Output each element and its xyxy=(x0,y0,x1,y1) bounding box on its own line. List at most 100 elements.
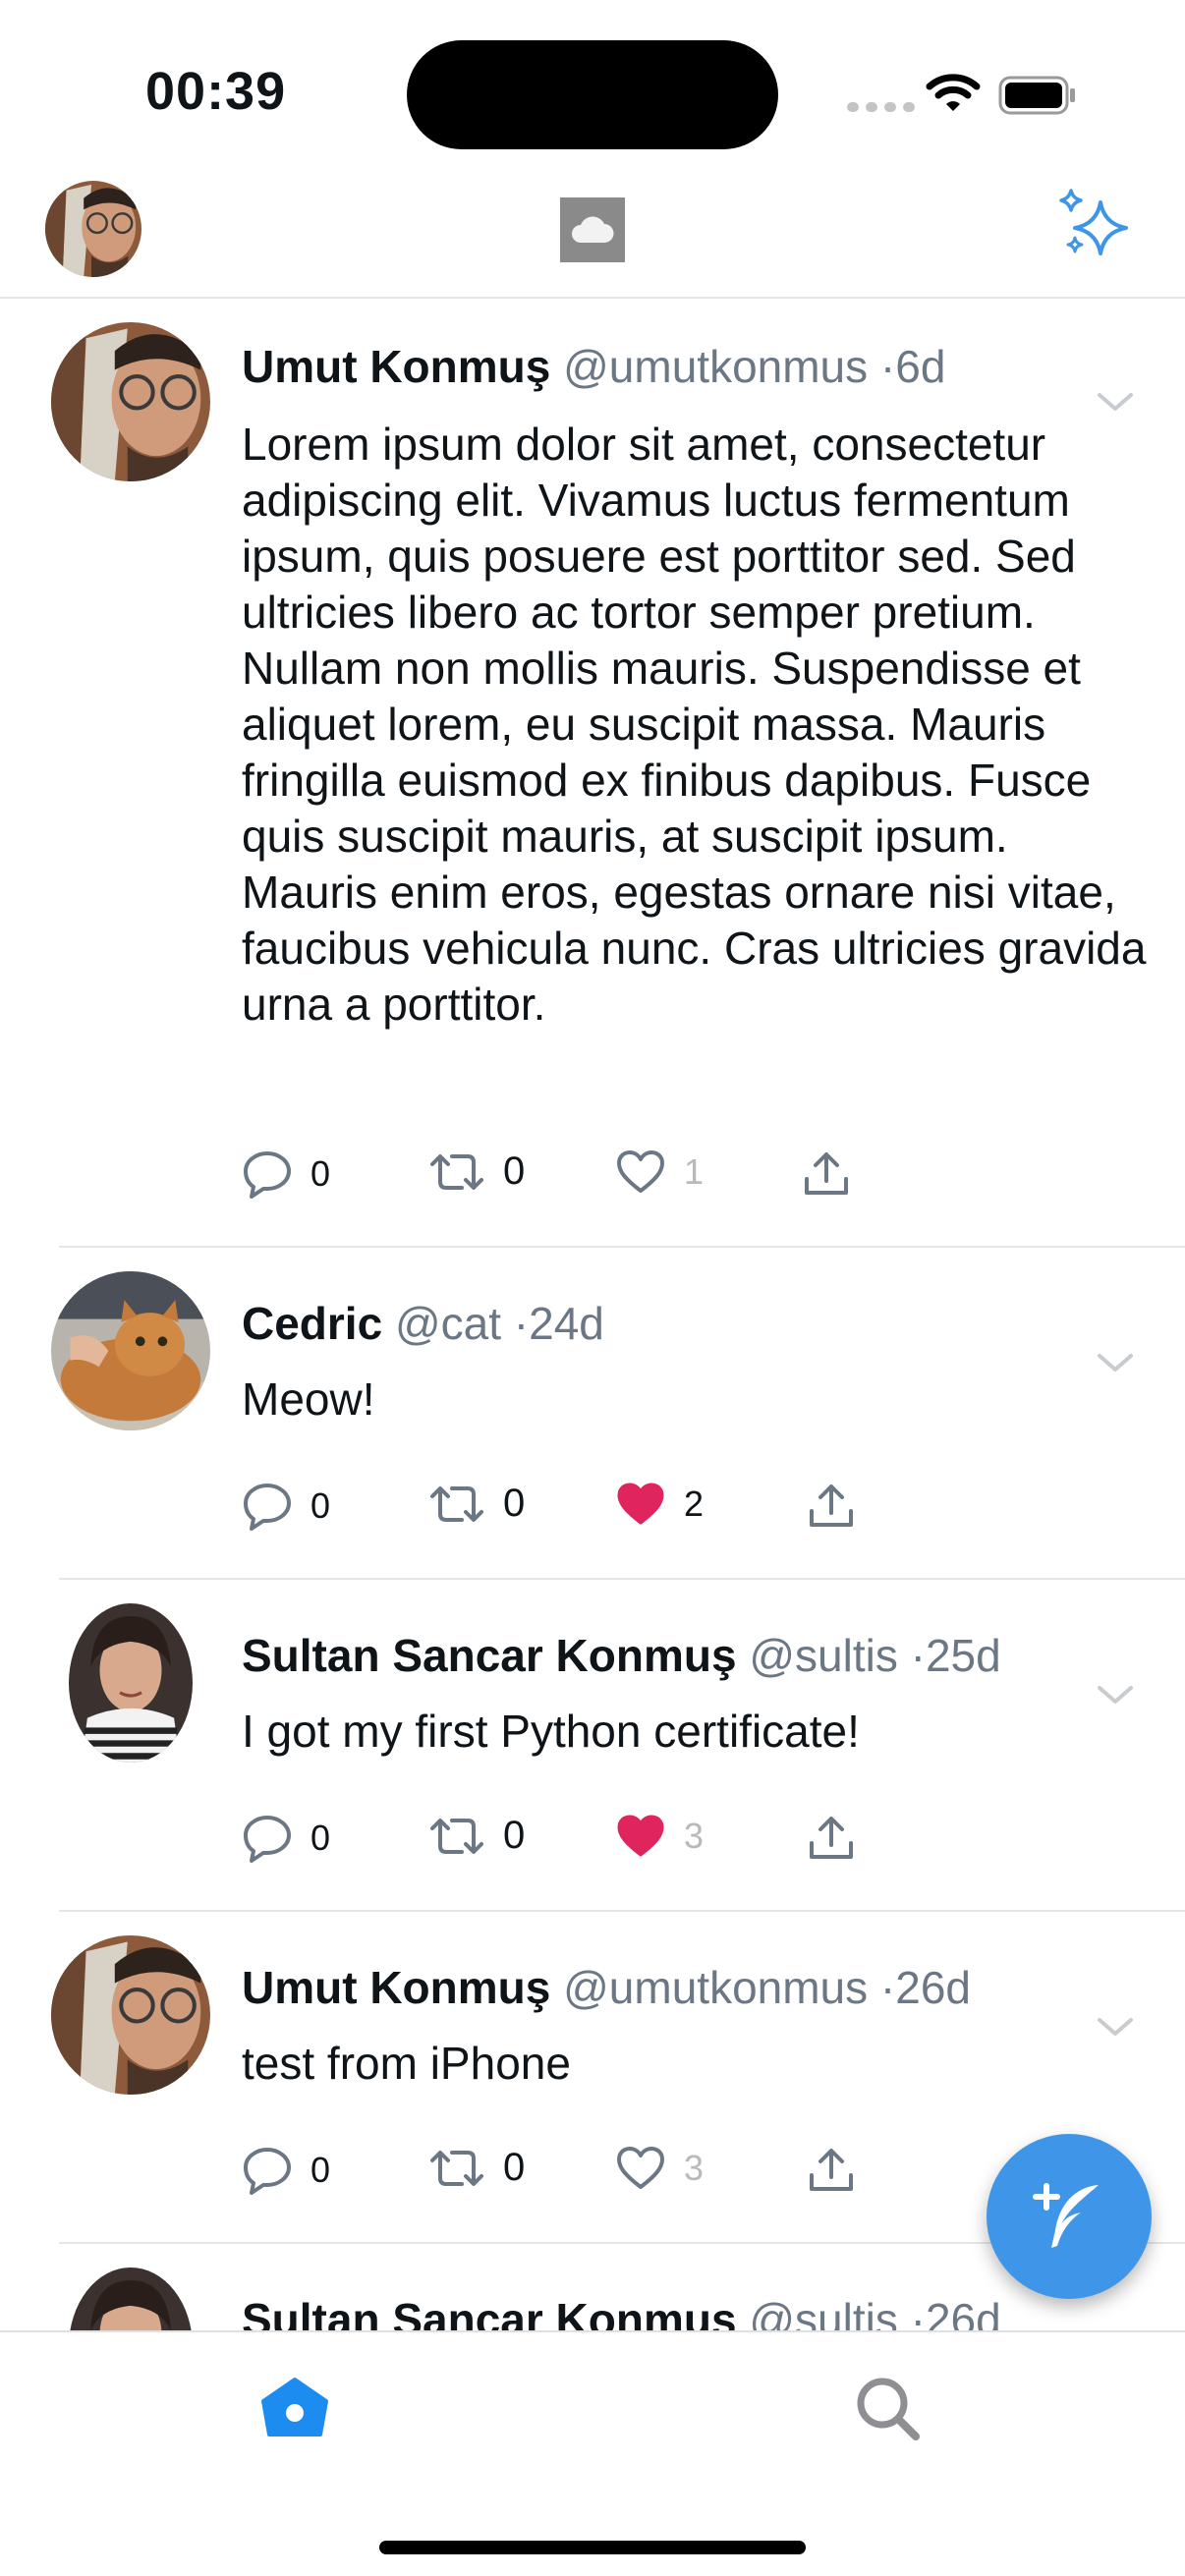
reply-icon xyxy=(244,2148,291,2195)
tweet[interactable]: Cedric @cat ·24d Meow! 0 0 2 xyxy=(51,1248,1185,1580)
cloud-icon xyxy=(572,216,614,243)
author-handle[interactable]: @cat xyxy=(395,1298,501,1349)
retweet-button[interactable]: 0 xyxy=(428,1814,525,1858)
tweet-actions: 0 0 2 xyxy=(242,1482,930,1540)
status-bar: 00:39 xyxy=(0,0,1185,167)
tweet-time: ·25d xyxy=(910,1630,1001,1681)
like-count: 2 xyxy=(684,1484,705,1524)
author-name[interactable]: Umut Konmuş xyxy=(242,341,550,392)
tweet-header: Umut Konmuş @umutkonmus ·6d xyxy=(242,340,945,393)
share-icon xyxy=(810,1484,853,1527)
reply-button[interactable]: 0 xyxy=(242,1482,330,1531)
status-time: 00:39 xyxy=(145,62,287,121)
tweet-actions: 0 0 1 xyxy=(242,1149,930,1208)
top-nav xyxy=(0,167,1185,299)
like-count: 1 xyxy=(684,1151,705,1192)
share-icon xyxy=(810,1817,853,1859)
tweet-text: Lorem ipsum dolor sit amet, consectetur … xyxy=(242,419,1147,1030)
compose-tweet-button[interactable] xyxy=(987,2134,1152,2299)
avatar[interactable] xyxy=(51,1935,210,2095)
reply-count: 0 xyxy=(310,2150,331,2190)
author-handle[interactable]: @sultis xyxy=(749,1630,898,1681)
retweet-button[interactable]: 0 xyxy=(428,2146,525,2190)
author-handle[interactable]: @umutkonmus xyxy=(563,341,868,392)
tweet-text: Meow! xyxy=(242,1373,375,1425)
retweet-count: 0 xyxy=(503,1482,526,1525)
author-handle[interactable]: @umutkonmus xyxy=(563,1962,868,2013)
retweet-button[interactable]: 0 xyxy=(428,1149,525,1194)
profile-avatar[interactable] xyxy=(45,181,141,277)
chevron-down-icon[interactable] xyxy=(1097,2016,1134,2038)
tweet-header: Sultan Sancar Konmuş @sultis ·25d xyxy=(242,1629,1001,1682)
reply-count: 0 xyxy=(310,1153,331,1194)
timeline-feed[interactable]: Umut Konmuş @umutkonmus ·6d Lorem ipsum … xyxy=(0,299,1185,2330)
reply-button[interactable]: 0 xyxy=(242,2146,330,2195)
wifi-icon xyxy=(926,74,981,111)
reply-icon xyxy=(244,1151,291,1199)
reply-button[interactable]: 0 xyxy=(242,1149,330,1199)
cellular-signal-icon xyxy=(847,102,915,112)
heart-outline-icon xyxy=(617,2147,664,2189)
retweet-icon xyxy=(430,1818,483,1854)
like-button[interactable]: 3 xyxy=(615,1814,704,1859)
retweet-count: 0 xyxy=(503,1149,526,1193)
retweet-icon xyxy=(430,2150,483,2186)
avatar[interactable] xyxy=(69,1603,193,1763)
tweet-header: Cedric @cat ·24d xyxy=(242,1297,604,1350)
tab-bar xyxy=(0,2330,1185,2576)
author-name[interactable]: Umut Konmuş xyxy=(242,1962,550,2013)
like-button[interactable]: 3 xyxy=(615,2146,704,2191)
retweet-button[interactable]: 0 xyxy=(428,1482,525,1526)
heart-filled-icon xyxy=(617,1815,664,1857)
retweet-count: 0 xyxy=(503,1814,526,1857)
share-button[interactable] xyxy=(807,1482,856,1531)
tweet-time: ·26d xyxy=(879,1962,971,2013)
heart-filled-icon xyxy=(617,1483,664,1525)
avatar[interactable] xyxy=(51,1271,210,1430)
author-handle[interactable]: @sultis xyxy=(749,2294,898,2330)
author-name[interactable]: Sultan Sancar Konmuş xyxy=(242,1630,737,1681)
like-count: 3 xyxy=(684,1816,705,1856)
tweet-time: ·26d xyxy=(910,2294,1001,2330)
home-icon[interactable] xyxy=(259,2376,330,2438)
feather-plus-icon xyxy=(1033,2183,1099,2248)
tweet[interactable]: Umut Konmuş @umutkonmus ·6d Lorem ipsum … xyxy=(51,299,1185,1248)
avatar[interactable] xyxy=(69,2268,193,2330)
sparkle-icon[interactable] xyxy=(1057,189,1132,263)
like-button[interactable]: 2 xyxy=(615,1482,704,1527)
share-button[interactable] xyxy=(807,2146,856,2195)
tweet-time: ·24d xyxy=(513,1298,604,1349)
reply-count: 0 xyxy=(310,1818,331,1858)
tweet-actions: 0 0 3 xyxy=(242,2146,930,2205)
tweet-time: ·6d xyxy=(879,341,946,392)
reply-button[interactable]: 0 xyxy=(242,1814,330,1863)
share-icon xyxy=(805,1152,848,1195)
tweet-text: test from iPhone xyxy=(242,2038,571,2089)
tweet[interactable]: Sultan Sancar Konmuş @sultis ·25d I got … xyxy=(59,1580,1185,1912)
like-count: 3 xyxy=(684,2148,705,2188)
share-icon xyxy=(810,2149,853,2191)
chevron-down-icon[interactable] xyxy=(1097,1352,1134,1373)
reply-icon xyxy=(244,1816,291,1863)
search-icon[interactable] xyxy=(853,2374,922,2442)
share-button[interactable] xyxy=(802,1149,851,1199)
dynamic-island xyxy=(407,40,778,149)
reply-count: 0 xyxy=(310,1485,331,1526)
tweet-text: I got my first Python certificate! xyxy=(242,1706,860,1757)
retweet-icon xyxy=(430,1153,483,1190)
chevron-down-icon[interactable] xyxy=(1097,391,1134,413)
author-name[interactable]: Sultan Sancar Konmus xyxy=(242,2294,737,2330)
avatar[interactable] xyxy=(51,322,210,481)
tweet-header: Umut Konmuş @umutkonmus ·26d xyxy=(242,1961,971,2014)
heart-outline-icon xyxy=(617,1150,664,1193)
home-indicator xyxy=(379,2541,806,2554)
tweet-actions: 0 0 3 xyxy=(242,1814,930,1873)
tweet-header: Sultan Sancar Konmus @sultis ·26d xyxy=(242,2293,1001,2330)
like-button[interactable]: 1 xyxy=(615,1149,704,1195)
retweet-icon xyxy=(430,1485,483,1522)
reply-icon xyxy=(244,1484,291,1531)
app-logo xyxy=(560,197,625,262)
share-button[interactable] xyxy=(807,1814,856,1863)
chevron-down-icon[interactable] xyxy=(1097,1684,1134,1706)
author-name[interactable]: Cedric xyxy=(242,1298,382,1349)
